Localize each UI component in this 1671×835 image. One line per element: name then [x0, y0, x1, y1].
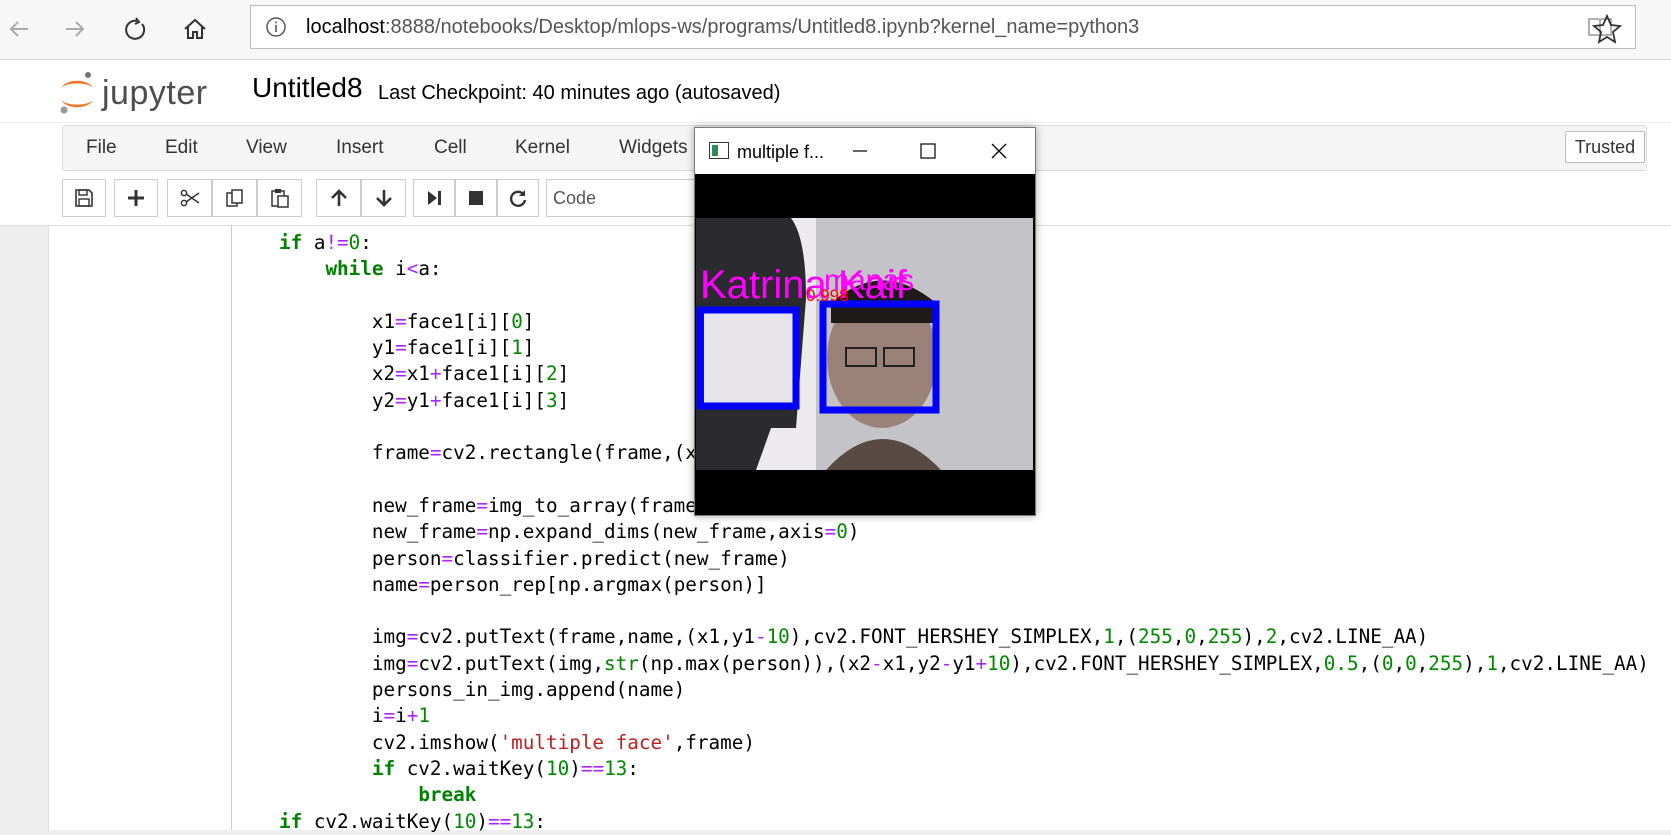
- stop-icon: [469, 191, 483, 205]
- arrow-left-icon: [9, 21, 28, 37]
- minimize-button[interactable]: [841, 136, 879, 166]
- refresh-button[interactable]: [116, 10, 154, 48]
- save-icon: [75, 189, 93, 207]
- favorite-star-icon[interactable]: [1590, 12, 1624, 46]
- plus-icon: [128, 190, 144, 206]
- jupyter-header: jupyter Untitled8 Last Checkpoint: 40 mi…: [0, 60, 1671, 122]
- move-down-button[interactable]: [361, 179, 406, 217]
- menu-insert[interactable]: Insert: [336, 137, 384, 159]
- window-titlebar[interactable]: multiple f...: [695, 128, 1035, 174]
- cell-prompt-area: [49, 226, 232, 830]
- app-icon: [709, 142, 729, 159]
- maximize-button[interactable]: [909, 136, 947, 166]
- checkpoint-status: Last Checkpoint: 40 minutes ago (autosav…: [378, 82, 781, 104]
- paste-button[interactable]: [257, 179, 302, 217]
- trusted-indicator[interactable]: Trusted: [1565, 131, 1645, 163]
- step-forward-icon: [428, 191, 441, 205]
- scissors-icon: [180, 189, 199, 207]
- save-button[interactable]: [62, 179, 106, 217]
- url-path: :8888/notebooks/Desktop/mlops-ws/program…: [384, 16, 1140, 38]
- maximize-icon: [920, 143, 936, 159]
- notebook-title[interactable]: Untitled8: [252, 72, 363, 104]
- refresh-icon: [125, 17, 146, 40]
- close-icon: [991, 143, 1007, 159]
- restart-icon: [509, 190, 527, 207]
- add-cell-button[interactable]: [114, 179, 158, 217]
- cut-button[interactable]: [167, 179, 212, 217]
- jupyter-wordmark: jupyter: [102, 73, 208, 112]
- menu-edit[interactable]: Edit: [165, 137, 198, 159]
- jupyter-logo-icon: [60, 72, 93, 114]
- minimize-icon: [853, 150, 867, 152]
- arrow-down-icon: [375, 190, 392, 207]
- url-host: localhost: [306, 16, 385, 38]
- menu-view[interactable]: View: [246, 137, 287, 159]
- opencv-window[interactable]: multiple f... Katrina Kaif manas 0.998: [694, 127, 1036, 516]
- home-button[interactable]: [176, 10, 214, 48]
- cell-type-select[interactable]: Code: [546, 179, 706, 217]
- menu-cell[interactable]: Cell: [434, 137, 467, 159]
- menu-widgets[interactable]: Widgets: [619, 137, 688, 159]
- address-bar[interactable]: localhost:8888/notebooks/Desktop/mlops-w…: [250, 5, 1636, 49]
- interrupt-button[interactable]: [455, 179, 497, 217]
- copy-button[interactable]: [212, 179, 257, 217]
- window-title: multiple f...: [737, 142, 825, 162]
- arrow-right-icon: [66, 21, 85, 37]
- browser-toolbar: localhost:8888/notebooks/Desktop/mlops-w…: [0, 0, 1671, 60]
- copy-icon: [225, 189, 243, 207]
- run-button[interactable]: [413, 179, 455, 217]
- menu-file[interactable]: File: [86, 137, 117, 159]
- paste-icon: [270, 189, 289, 208]
- menu-kernel[interactable]: Kernel: [515, 137, 570, 159]
- restart-button[interactable]: [497, 179, 539, 217]
- close-button[interactable]: [980, 136, 1018, 166]
- forward-button[interactable]: [56, 10, 94, 48]
- home-icon: [184, 18, 206, 39]
- jupyter-logo[interactable]: jupyter: [58, 70, 208, 116]
- move-up-button[interactable]: [316, 179, 361, 217]
- info-icon[interactable]: [265, 16, 287, 38]
- back-button[interactable]: [0, 10, 38, 48]
- arrow-up-icon: [330, 189, 347, 206]
- score-label: 0.998: [806, 286, 849, 305]
- camera-frame: Katrina Kaif manas 0.998: [696, 218, 1033, 470]
- url-text: localhost:8888/notebooks/Desktop/mlops-w…: [306, 16, 1139, 39]
